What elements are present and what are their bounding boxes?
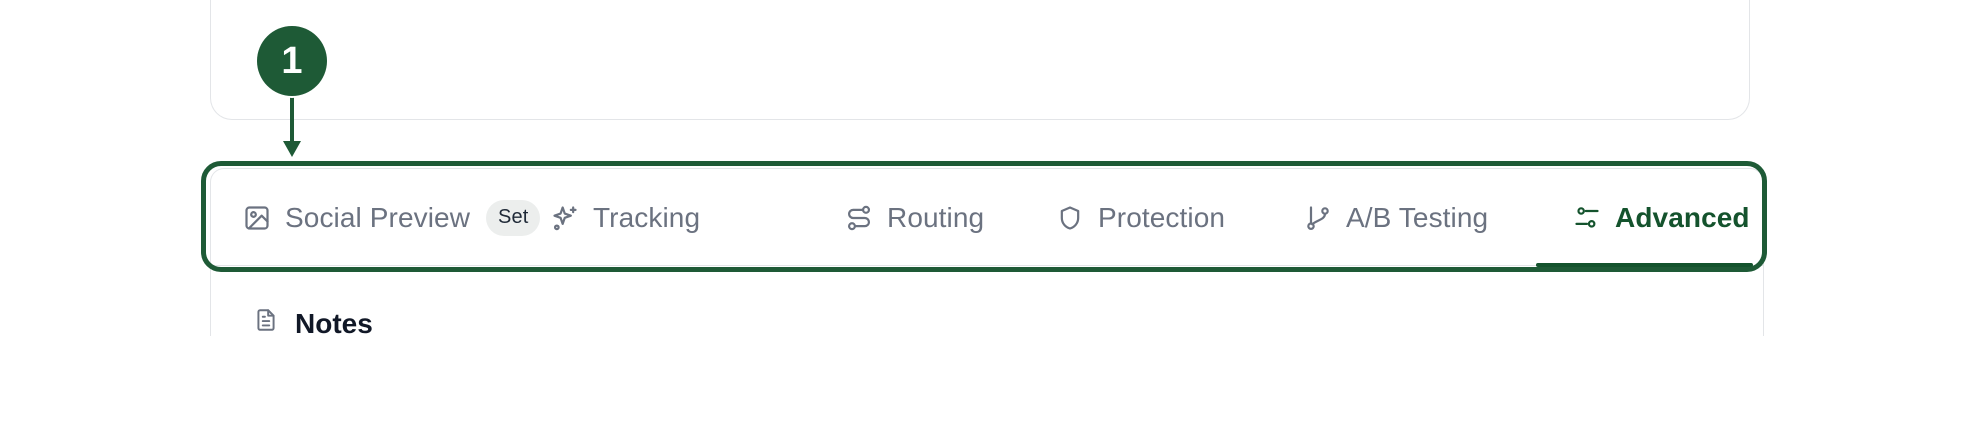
annotation-arrow-line [290, 96, 294, 142]
status-badge: Set [486, 199, 541, 236]
tab-label: Routing [887, 201, 985, 233]
tab-label: Social Preview [285, 201, 471, 233]
annotation-marker: 1 [257, 26, 327, 96]
active-tab-indicator [1536, 263, 1753, 267]
notes-title: Notes [295, 307, 373, 339]
annotation-arrow-head [283, 141, 301, 157]
sparkles-icon [551, 204, 579, 232]
tab-ab-testing[interactable]: A/B Testing [1304, 169, 1488, 266]
git-branch-icon [1304, 204, 1332, 232]
tab-protection[interactable]: Protection [1056, 169, 1225, 266]
tab-label: Advanced [1615, 201, 1750, 233]
sliders-icon [1573, 204, 1601, 232]
settings-card: Social Preview Set Tracking Routing Prot… [210, 168, 1764, 358]
image-icon [243, 204, 271, 232]
tab-label: A/B Testing [1346, 201, 1489, 233]
page: Social Preview Set Tracking Routing Prot… [0, 0, 1974, 444]
tab-label: Protection [1098, 201, 1226, 233]
tab-social-preview[interactable]: Social Preview Set [243, 169, 541, 266]
route-icon [845, 204, 873, 232]
shield-icon [1056, 204, 1084, 232]
cutoff [0, 336, 1974, 444]
upper-card [210, 0, 1750, 120]
tab-label: Tracking [593, 201, 701, 233]
tab-bar: Social Preview Set Tracking Routing Prot… [211, 169, 1763, 267]
tab-routing[interactable]: Routing [845, 169, 984, 266]
tab-tracking[interactable]: Tracking [551, 169, 700, 266]
tab-advanced[interactable]: Advanced [1573, 169, 1750, 266]
